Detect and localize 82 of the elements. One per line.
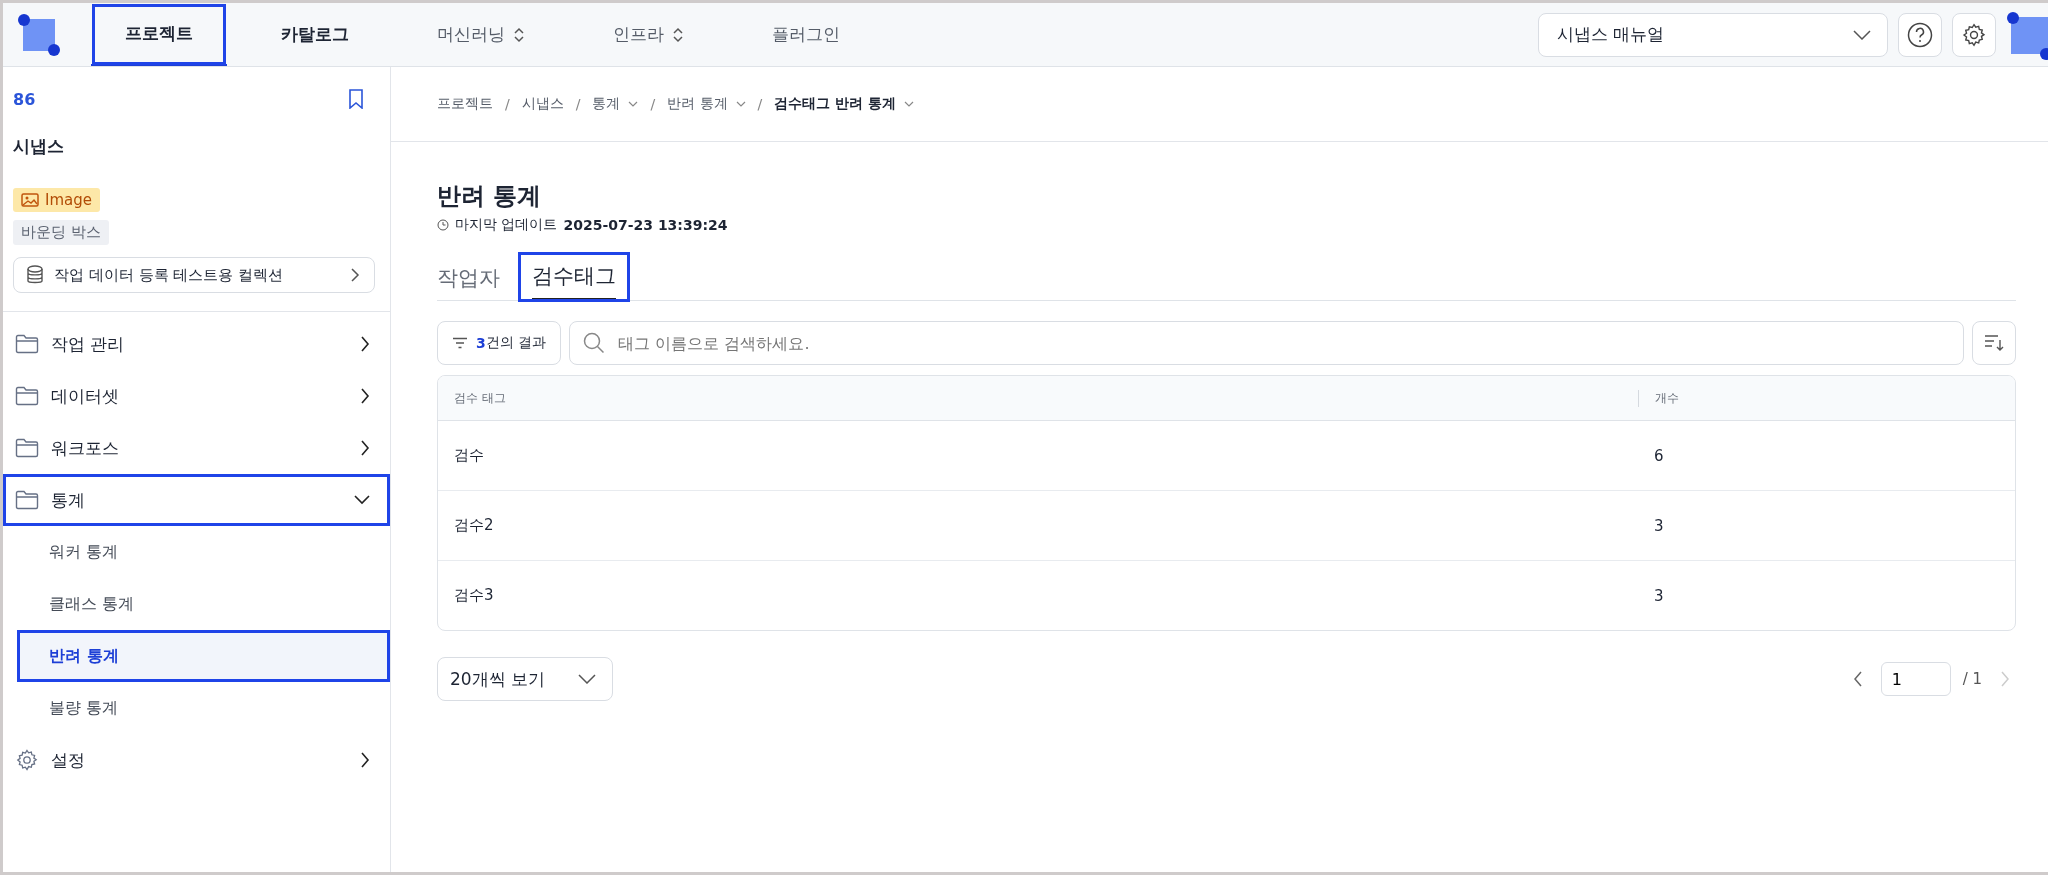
picture-icon bbox=[21, 193, 39, 207]
breadcrumb-link[interactable]: 검수태그 반려 통계 bbox=[774, 95, 915, 113]
search-field[interactable]: 태그 이름으로 검색하세요. bbox=[569, 321, 1964, 365]
breadcrumb-link[interactable]: 시냅스 bbox=[521, 95, 564, 113]
sort-icon bbox=[1984, 334, 2004, 352]
breadcrumb-separator: / bbox=[757, 96, 763, 112]
chevron-right-icon bbox=[360, 388, 370, 404]
sidebar-menu-item[interactable]: 설정 bbox=[3, 734, 390, 786]
settings-icon bbox=[15, 748, 39, 772]
chevron-updown-icon bbox=[513, 26, 525, 43]
breadcrumb-link[interactable]: 통계 bbox=[592, 95, 639, 113]
avatar-icon[interactable] bbox=[2006, 9, 2048, 60]
tab[interactable]: 작업자 bbox=[437, 254, 512, 300]
chevron-updown-icon bbox=[672, 26, 684, 43]
chevron-right-icon bbox=[350, 267, 360, 283]
nav-tab[interactable]: 카탈로그 bbox=[247, 3, 383, 66]
sidebar-menu-item[interactable]: 데이터셋 bbox=[3, 370, 390, 422]
chevron-down-icon bbox=[628, 101, 639, 107]
chevron-left-icon bbox=[1852, 671, 1863, 687]
table-cell: 3 bbox=[1654, 586, 1664, 605]
result-label: 건의 결과 bbox=[485, 334, 547, 352]
sidebar-subitem[interactable]: 클래스 통계 bbox=[3, 578, 390, 630]
image-tag: Image bbox=[13, 188, 100, 212]
table-cell: 검수2 bbox=[454, 516, 494, 534]
database-icon bbox=[26, 265, 44, 285]
sidebar-subitem[interactable]: 워커 통계 bbox=[3, 526, 390, 578]
page-total: / 1 bbox=[1962, 670, 1982, 688]
chevron-down-icon bbox=[1853, 29, 1871, 40]
result-count: 3 bbox=[476, 335, 486, 351]
table-cell: 검수3 bbox=[454, 586, 494, 604]
sidebar-menu-item[interactable]: 작업 관리 bbox=[3, 318, 390, 370]
collection-button[interactable]: 작업 데이터 등록 테스트용 컬렉션 bbox=[13, 257, 375, 293]
manual-select[interactable]: 시냅스 매뉴얼 bbox=[1538, 12, 1888, 57]
breadcrumb-link[interactable]: 프로젝트 bbox=[437, 95, 493, 113]
breadcrumb-separator: / bbox=[650, 96, 656, 112]
folder-icon bbox=[15, 438, 39, 458]
chevron-down-icon bbox=[904, 101, 915, 107]
table-cell: 3 bbox=[1654, 516, 1664, 535]
filter-icon bbox=[452, 337, 468, 349]
settings-icon bbox=[1961, 21, 1987, 48]
nav-tab[interactable]: 인프라 bbox=[579, 3, 718, 66]
folder-icon bbox=[15, 490, 39, 510]
last-updated-label: 마지막 업데이트 bbox=[455, 216, 558, 234]
sidebar-menu-item[interactable]: 통계 bbox=[3, 474, 390, 526]
chevron-down-icon bbox=[735, 101, 746, 107]
sidebar-subitem[interactable]: 불량 통계 bbox=[3, 682, 390, 734]
chevron-right-icon bbox=[360, 440, 370, 456]
column-header: 개수 bbox=[1655, 390, 1679, 405]
help-button[interactable] bbox=[1898, 12, 1942, 57]
last-updated-time: 2025-07-23 13:39:24 bbox=[563, 217, 728, 233]
page-title: 반려 통계 bbox=[437, 181, 543, 212]
annotation-tag: 바운딩 박스 bbox=[13, 220, 109, 245]
chevron-down-icon bbox=[354, 495, 370, 505]
folder-icon bbox=[15, 386, 39, 406]
sidebar-subitem[interactable]: 반려 통계 bbox=[17, 630, 390, 682]
nav-tab[interactable]: 프로젝트 bbox=[91, 3, 227, 66]
nav-tab[interactable]: 머신러닝 bbox=[403, 3, 559, 66]
tab[interactable]: 검수태그 bbox=[520, 254, 628, 300]
table-cell: 6 bbox=[1654, 446, 1664, 465]
breadcrumb-separator: / bbox=[505, 96, 510, 112]
project-id: 86 bbox=[13, 89, 36, 109]
filter-button[interactable]: 3건의 결과 bbox=[437, 321, 562, 365]
column-header: 검수 태그 bbox=[454, 390, 506, 405]
settings-button[interactable] bbox=[1952, 12, 1996, 57]
chevron-right-icon bbox=[2000, 671, 2010, 687]
project-name: 시냅스 bbox=[13, 135, 65, 158]
page-size-select[interactable]: 20개씩 보기 bbox=[437, 657, 613, 701]
folder-icon bbox=[15, 334, 39, 354]
page-input[interactable]: 1 bbox=[1880, 662, 1951, 696]
nav-tab[interactable]: 플러그인 bbox=[738, 3, 874, 66]
sidebar-menu-item[interactable]: 워크포스 bbox=[3, 422, 390, 474]
breadcrumb-link[interactable]: 반려 통계 bbox=[667, 95, 746, 113]
chevron-down-icon bbox=[578, 674, 596, 684]
clock-icon bbox=[437, 219, 449, 231]
logo-icon[interactable] bbox=[17, 12, 61, 57]
chevron-right-icon bbox=[360, 752, 370, 768]
breadcrumb-separator: / bbox=[575, 96, 581, 112]
table-cell: 검수 bbox=[454, 446, 484, 464]
help-icon bbox=[1907, 21, 1933, 48]
bookmark-icon[interactable] bbox=[348, 89, 364, 109]
sort-button[interactable] bbox=[1972, 321, 2016, 365]
chevron-right-icon bbox=[360, 336, 370, 352]
